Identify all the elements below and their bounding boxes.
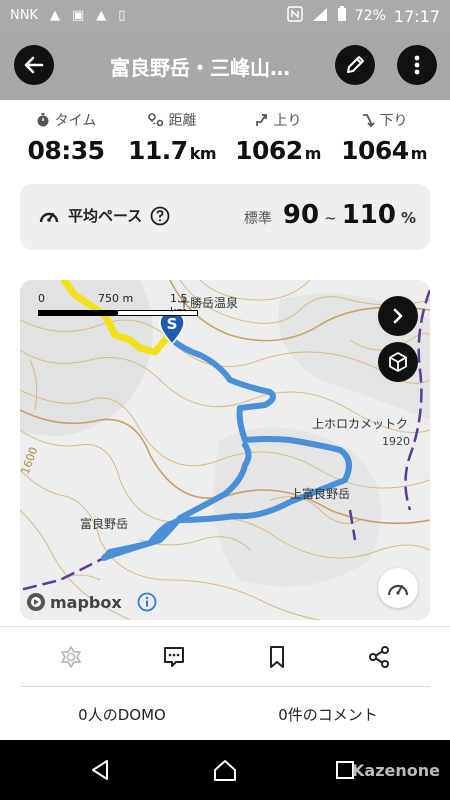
more-button[interactable] bbox=[397, 45, 437, 85]
nav-home-button[interactable] bbox=[210, 755, 240, 785]
nfc-icon bbox=[287, 6, 303, 26]
chevron-right-icon bbox=[393, 308, 403, 324]
comment-count[interactable]: 0件のコメント bbox=[248, 704, 408, 725]
scale-mid: 750 m bbox=[98, 292, 134, 305]
help-icon[interactable] bbox=[150, 206, 170, 226]
ascent-icon bbox=[255, 114, 267, 126]
route-distance-icon bbox=[147, 113, 163, 127]
home-icon bbox=[214, 760, 236, 781]
stopwatch-icon bbox=[37, 113, 49, 127]
descent-icon bbox=[362, 114, 375, 127]
stat-time-label: タイム bbox=[54, 113, 97, 129]
reaction-counts: 0人のDOMO 0件のコメント bbox=[0, 700, 450, 730]
share-icon bbox=[369, 646, 389, 668]
comment-button[interactable] bbox=[159, 642, 189, 672]
pace-standard-label: 標準 bbox=[243, 211, 272, 227]
nnk-icon: NNK bbox=[10, 8, 38, 23]
stat-time: タイム 08:35 bbox=[10, 110, 122, 165]
arrow-left-icon bbox=[24, 56, 44, 74]
mapbox-mark-icon bbox=[27, 593, 45, 611]
route-map[interactable]: S 十勝岳温泉 上ホロカメットク 1920 上富良野岳 富良野岳 1600 0 … bbox=[20, 280, 430, 620]
speedometer-icon bbox=[39, 212, 59, 222]
system-indicators: 72% 17:17 bbox=[287, 6, 440, 26]
stat-distance: 距離 11.7 km bbox=[116, 110, 228, 165]
pace-max: 110 bbox=[341, 200, 396, 230]
map-scale: 0 750 m 1.5 km bbox=[38, 292, 208, 318]
stat-distance-value: 11.7 bbox=[128, 136, 188, 165]
action-bar bbox=[0, 636, 450, 680]
stat-ascent: 上り 1062 m bbox=[222, 110, 334, 165]
share-button[interactable] bbox=[364, 642, 394, 672]
edit-button[interactable] bbox=[335, 45, 375, 85]
pace-tilde: ~ bbox=[324, 209, 337, 227]
map-3d-button[interactable] bbox=[378, 342, 418, 382]
stat-ascent-label: 上り bbox=[273, 113, 302, 129]
back-button[interactable] bbox=[14, 45, 54, 85]
comment-icon bbox=[164, 647, 184, 667]
more-vertical-icon bbox=[414, 55, 420, 75]
signal-icon bbox=[311, 6, 329, 26]
scale-start: 0 bbox=[38, 292, 45, 305]
scale-bar bbox=[38, 310, 198, 316]
map-label-kamihoro: 上ホロカメットク bbox=[312, 417, 408, 431]
stat-time-value: 08:35 bbox=[27, 136, 105, 165]
battery-icon bbox=[337, 6, 347, 26]
page-title: 富良野岳・三峰山… bbox=[110, 56, 290, 80]
stat-distance-unit: km bbox=[189, 144, 217, 163]
average-pace-card: 平均ペース 標準 90 ~ 110 % bbox=[20, 184, 430, 250]
warning-icon: ▲ bbox=[49, 8, 60, 23]
app-header: 富良野岳・三峰山… bbox=[0, 32, 450, 100]
stat-ascent-value: 1062 bbox=[235, 136, 303, 165]
map-info-button[interactable] bbox=[137, 592, 157, 616]
bookmark-icon bbox=[270, 646, 284, 668]
stat-descent-unit: m bbox=[410, 144, 428, 163]
speedometer-icon bbox=[387, 584, 409, 596]
domo-count[interactable]: 0人のDOMO bbox=[42, 704, 202, 725]
info-icon bbox=[137, 592, 157, 612]
terrain-map: S 十勝岳温泉 上ホロカメットク 1920 上富良野岳 富良野岳 1600 bbox=[20, 280, 430, 620]
pace-min: 90 bbox=[282, 200, 320, 230]
divider bbox=[20, 686, 430, 687]
stat-distance-label: 距離 bbox=[168, 113, 197, 129]
pace-unit: % bbox=[400, 209, 416, 227]
watermark: Kazenone bbox=[352, 761, 440, 780]
nav-back-button[interactable] bbox=[86, 755, 116, 785]
map-label-furano: 富良野岳 bbox=[80, 516, 128, 531]
triangle-back-icon bbox=[92, 760, 108, 780]
map-label-kamifurano: 上富良野岳 bbox=[290, 486, 350, 501]
status-bar: NNK ▲ ▣ ▲ ▯ 72% 17:17 bbox=[0, 0, 450, 32]
bookmark-button[interactable] bbox=[262, 642, 292, 672]
domo-button[interactable] bbox=[56, 642, 86, 672]
map-label-1920: 1920 bbox=[382, 435, 410, 448]
map-gauge-button[interactable] bbox=[378, 568, 418, 608]
image-icon: ▣ bbox=[71, 8, 85, 23]
clock: 17:17 bbox=[393, 6, 440, 26]
flower-icon bbox=[61, 646, 81, 668]
stat-descent-label: 下り bbox=[379, 113, 408, 129]
warning-icon-2: ▲ bbox=[96, 8, 107, 23]
pencil-icon bbox=[347, 56, 364, 73]
map-next-button[interactable] bbox=[378, 296, 418, 336]
mapbox-logo: mapbox bbox=[26, 592, 122, 612]
file-icon: ▯ bbox=[118, 8, 126, 23]
battery-percent: 72% bbox=[354, 8, 386, 24]
notification-icons: NNK ▲ ▣ ▲ ▯ bbox=[10, 7, 125, 25]
mapbox-text: mapbox bbox=[50, 592, 122, 612]
stat-descent: 下り 1064 m bbox=[328, 110, 440, 165]
stat-ascent-unit: m bbox=[304, 144, 322, 163]
cube-icon bbox=[389, 352, 407, 372]
system-navigation-bar: Kazenone bbox=[0, 740, 450, 800]
divider bbox=[0, 626, 450, 627]
activity-stats: タイム 08:35 距離 11.7 km 上り 1062 m 下り 1064 m bbox=[0, 104, 450, 174]
pace-label: 平均ペース bbox=[68, 207, 143, 225]
stat-descent-value: 1064 bbox=[341, 136, 409, 165]
